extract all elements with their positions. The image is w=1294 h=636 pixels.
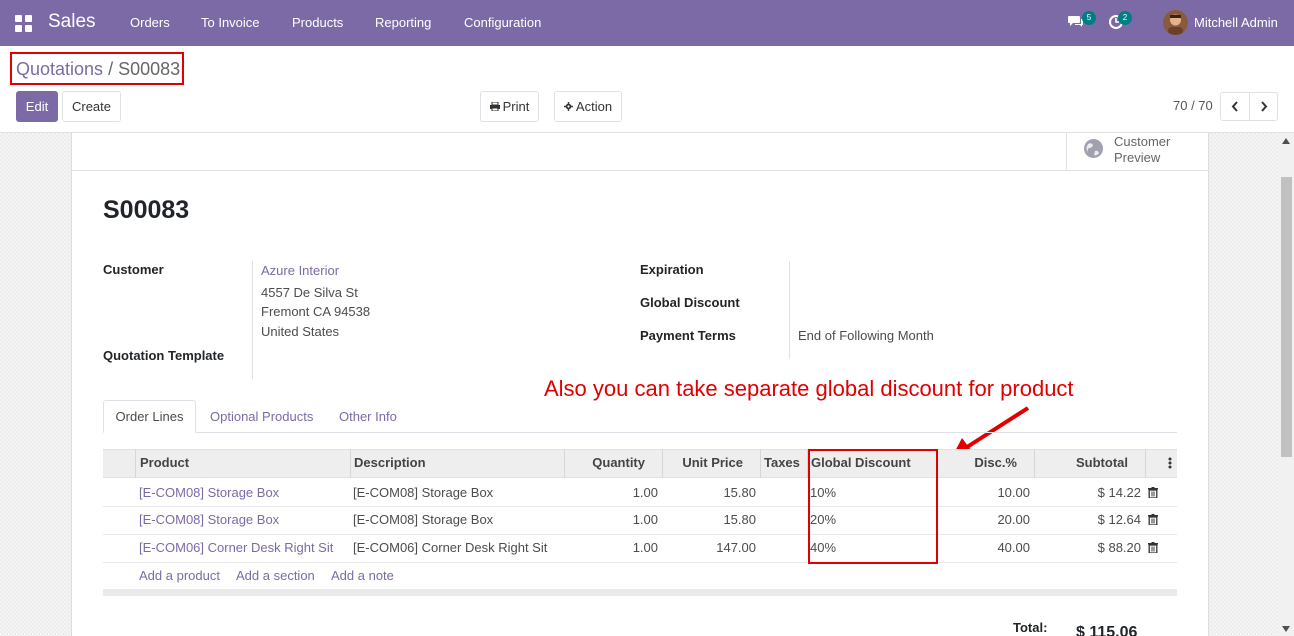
field-separator xyxy=(252,261,253,379)
tab-order-lines[interactable]: Order Lines xyxy=(103,400,196,433)
field-separator xyxy=(789,261,790,359)
row-product[interactable]: [E-COM08] Storage Box xyxy=(139,512,279,527)
scrollbar-thumb[interactable] xyxy=(1281,177,1292,457)
row-quantity[interactable]: 1.00 xyxy=(568,540,658,555)
quotation-template-label: Quotation Template xyxy=(103,348,225,363)
column-separator xyxy=(662,449,663,478)
column-header-description[interactable]: Description xyxy=(354,455,426,470)
tab-other-info[interactable]: Other Info xyxy=(339,400,397,433)
globe-icon xyxy=(1084,139,1103,158)
payment-terms-label: Payment Terms xyxy=(640,328,736,343)
control-panel xyxy=(0,46,1294,133)
create-button[interactable]: Create xyxy=(62,91,121,122)
row-subtotal: $ 88.20 xyxy=(1097,540,1141,555)
user-avatar[interactable] xyxy=(1163,10,1188,35)
breadcrumb-quotations-link[interactable]: Quotations xyxy=(16,59,103,79)
action-button[interactable]: Action xyxy=(554,91,622,122)
breadcrumb: Quotations / S00083 xyxy=(16,59,180,80)
add-product-link[interactable]: Add a product xyxy=(139,568,220,583)
column-header-quantity[interactable]: Quantity xyxy=(568,455,645,470)
menu-configuration[interactable]: Configuration xyxy=(464,15,541,30)
chevron-left-icon xyxy=(1231,101,1238,112)
annotation-text: Also you can take separate global discou… xyxy=(544,376,1074,401)
user-name[interactable]: Mitchell Admin xyxy=(1194,15,1278,30)
scroll-up-icon[interactable] xyxy=(1282,138,1290,144)
row-unit-price[interactable]: 15.80 xyxy=(666,485,756,500)
tab-optional-products[interactable]: Optional Products xyxy=(210,400,313,433)
column-header-unit-price[interactable]: Unit Price xyxy=(666,455,743,470)
print-label: Print xyxy=(502,99,530,114)
row-disc[interactable]: 10.00 xyxy=(940,485,1030,500)
pager-next-button[interactable] xyxy=(1249,92,1278,121)
global-discount-label: Global Discount xyxy=(640,295,740,310)
column-separator xyxy=(760,449,761,478)
gear-icon xyxy=(563,102,573,111)
total-value: $ 115.06 xyxy=(1076,624,1138,636)
row-disc[interactable]: 40.00 xyxy=(940,540,1030,555)
total-label: Total: xyxy=(1013,620,1048,635)
apps-menu-icon[interactable] xyxy=(15,15,32,32)
menu-orders[interactable]: Orders xyxy=(130,15,170,30)
messages-count-badge: 5 xyxy=(1082,11,1096,25)
column-separator xyxy=(135,449,136,478)
pager-value[interactable]: 70 / 70 xyxy=(1173,98,1213,113)
customer-preview-label[interactable]: Customer Preview xyxy=(1114,134,1184,166)
column-separator xyxy=(1034,449,1035,478)
table-footer xyxy=(103,589,1177,596)
column-separator xyxy=(564,449,565,478)
row-unit-price[interactable]: 147.00 xyxy=(666,540,756,555)
column-separator xyxy=(350,449,351,478)
delete-row-icon[interactable] xyxy=(1148,487,1158,498)
expiration-label: Expiration xyxy=(640,262,704,277)
action-label: Action xyxy=(575,99,613,114)
customer-address-line2: Fremont CA 94538 xyxy=(261,304,371,319)
add-note-link[interactable]: Add a note xyxy=(331,568,394,583)
menu-to-invoice[interactable]: To Invoice xyxy=(201,15,260,30)
activities-count-badge: 2 xyxy=(1118,11,1132,25)
breadcrumb-separator: / xyxy=(108,59,114,79)
row-description[interactable]: [E-COM08] Storage Box xyxy=(353,485,493,500)
row-subtotal: $ 14.22 xyxy=(1097,485,1141,500)
row-quantity[interactable]: 1.00 xyxy=(568,512,658,527)
customer-name-link[interactable]: Azure Interior xyxy=(261,263,339,278)
print-button[interactable]: Print xyxy=(480,91,539,122)
column-header-taxes[interactable]: Taxes xyxy=(764,455,800,470)
delete-row-icon[interactable] xyxy=(1148,514,1158,525)
record-title: S00083 xyxy=(103,196,190,224)
customer-address-line3: United States xyxy=(261,324,340,339)
edit-button[interactable]: Edit xyxy=(16,91,58,122)
optional-columns-icon[interactable] xyxy=(1168,456,1172,470)
breadcrumb-current: S00083 xyxy=(118,59,181,79)
column-header-subtotal[interactable]: Subtotal xyxy=(1040,455,1128,470)
column-separator xyxy=(1145,449,1146,478)
row-description[interactable]: [E-COM06] Corner Desk Right Sit xyxy=(353,540,547,555)
app-brand[interactable]: Sales xyxy=(48,11,96,33)
row-product[interactable]: [E-COM08] Storage Box xyxy=(139,485,279,500)
column-header-disc[interactable]: Disc.% xyxy=(940,455,1017,470)
row-disc[interactable]: 20.00 xyxy=(940,512,1030,527)
customer-address-line1: 4557 De Silva St xyxy=(261,285,358,300)
scroll-down-icon[interactable] xyxy=(1282,626,1290,632)
top-navbar: Sales Orders To Invoice Products Reporti… xyxy=(0,0,1294,46)
chevron-right-icon xyxy=(1260,101,1267,112)
global-discount-highlight-box xyxy=(808,449,938,564)
column-header-product[interactable]: Product xyxy=(140,455,189,470)
row-description[interactable]: [E-COM08] Storage Box xyxy=(353,512,493,527)
delete-row-icon[interactable] xyxy=(1148,542,1158,553)
menu-reporting[interactable]: Reporting xyxy=(375,15,431,30)
row-unit-price[interactable]: 15.80 xyxy=(666,512,756,527)
customer-label: Customer xyxy=(103,262,164,277)
row-quantity[interactable]: 1.00 xyxy=(568,485,658,500)
pager-previous-button[interactable] xyxy=(1220,92,1250,121)
form-statusbar xyxy=(71,133,1209,171)
menu-products[interactable]: Products xyxy=(292,15,343,30)
row-subtotal: $ 12.64 xyxy=(1097,512,1141,527)
row-product[interactable]: [E-COM06] Corner Desk Right Sit xyxy=(139,540,333,555)
print-icon xyxy=(489,102,500,111)
payment-terms-value[interactable]: End of Following Month xyxy=(798,328,934,343)
add-section-link[interactable]: Add a section xyxy=(236,568,315,583)
